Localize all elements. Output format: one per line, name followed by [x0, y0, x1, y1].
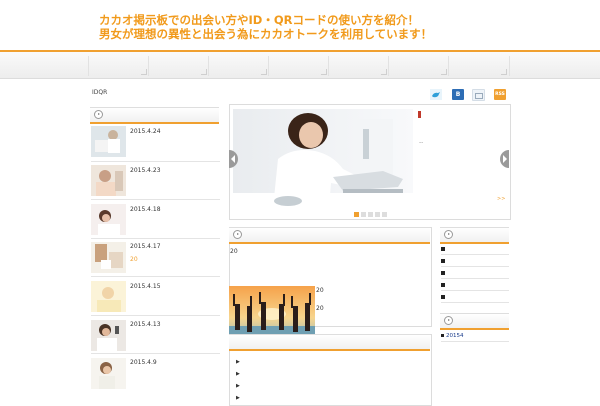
post-thumbnail[interactable] — [91, 126, 126, 157]
circle-arrow-icon — [444, 316, 453, 325]
post-thumbnail[interactable] — [91, 358, 126, 389]
nav-item-6[interactable] — [388, 56, 449, 76]
slider-dot-4[interactable] — [375, 212, 380, 217]
archive-link[interactable]: 20154 — [441, 333, 464, 339]
content-text: 20 — [230, 248, 238, 255]
right-box-header — [440, 227, 509, 244]
content-text: 20 — [316, 305, 324, 312]
list-square-icon — [441, 271, 445, 275]
divider — [91, 238, 220, 239]
circle-arrow-icon — [444, 230, 453, 239]
post-thumbnail[interactable] — [91, 204, 126, 235]
chevron-left-icon — [231, 155, 235, 163]
site-title-line1: カカオ掲示板での出会い方やID・QRコードの使い方を紹介！ — [99, 13, 419, 27]
nav-item-7[interactable] — [448, 56, 510, 76]
nav-item-1[interactable] — [88, 56, 149, 76]
nav-item-3[interactable] — [208, 56, 269, 76]
slider-dot-5[interactable] — [382, 212, 387, 217]
slider-image[interactable] — [233, 109, 413, 208]
divider — [441, 254, 509, 255]
post-date[interactable]: 2015.4.23 — [130, 167, 161, 174]
list-square-icon — [441, 247, 445, 251]
post-thumbnail[interactable] — [91, 320, 126, 351]
post-date[interactable]: 2015.4.17 — [130, 243, 161, 250]
bird-icon — [430, 89, 442, 100]
list-square-icon — [441, 295, 445, 299]
site-title[interactable]: カカオ掲示板での出会い方やID・QRコードの使い方を紹介！ 男女が理想の異性と出… — [99, 13, 432, 41]
site-title-line2: 男女が理想の異性と出会う為にカカオトークを利用しています！ — [99, 27, 433, 41]
divider — [441, 266, 509, 267]
nav-item-5[interactable] — [328, 56, 389, 76]
slider-dot-3[interactable] — [368, 212, 373, 217]
divider — [91, 161, 220, 162]
list-square-icon — [441, 259, 445, 263]
divider — [91, 315, 220, 316]
slider-dot-1[interactable] — [354, 212, 359, 217]
right-box-2-header — [440, 313, 509, 330]
slide-marker — [418, 111, 421, 118]
slider-more-link[interactable]: >> — [497, 196, 505, 202]
divider — [441, 278, 509, 279]
circle-arrow-icon — [233, 230, 242, 239]
divider — [91, 199, 220, 200]
divider — [91, 276, 220, 277]
bookmark-icon — [474, 93, 483, 99]
nav-item-4[interactable] — [268, 56, 329, 76]
post-date[interactable]: 2015.4.24 — [130, 128, 161, 135]
post-date[interactable]: 2015.4.13 — [130, 321, 161, 328]
list-bullet-icon: ▶ — [236, 359, 240, 365]
divider — [441, 341, 509, 342]
twitter-share-button[interactable] — [430, 89, 442, 100]
rss-button[interactable]: RSS — [494, 89, 506, 100]
post-date[interactable]: 2015.4.18 — [130, 206, 161, 213]
global-nav — [0, 52, 600, 79]
content-box-2-header — [229, 334, 430, 351]
content-box-header — [229, 227, 430, 244]
list-square-icon — [441, 283, 445, 287]
slider-dot-2[interactable] — [361, 212, 366, 217]
google-bookmark-button[interactable] — [472, 89, 485, 101]
rss-label: RSS — [495, 92, 505, 97]
hatena-bookmark-button[interactable]: B — [452, 89, 464, 100]
slide-side-text: -- — [419, 139, 424, 146]
list-bullet-icon: ▶ — [236, 395, 240, 401]
chevron-right-icon — [503, 155, 507, 163]
post-sub: 20 — [130, 256, 138, 263]
bookmark-label: B — [455, 91, 461, 98]
breadcrumb[interactable]: IDQR — [92, 89, 107, 96]
nav-item-2[interactable] — [148, 56, 209, 76]
divider — [441, 302, 509, 303]
site-header: カカオ掲示板での出会い方やID・QRコードの使い方を紹介！ 男女が理想の異性と出… — [0, 0, 600, 50]
post-thumbnail[interactable] — [91, 281, 126, 312]
list-bullet-icon: ▶ — [236, 383, 240, 389]
post-thumbnail[interactable] — [91, 242, 126, 273]
circle-arrow-icon — [94, 110, 103, 119]
post-thumbnail[interactable] — [91, 165, 126, 196]
content-text: 20 — [316, 287, 324, 294]
sidebar-new-posts-header — [90, 107, 219, 124]
post-date[interactable]: 2015.4.9 — [130, 359, 157, 366]
post-date[interactable]: 2015.4.15 — [130, 283, 161, 290]
divider — [441, 290, 509, 291]
divider — [91, 353, 220, 354]
list-bullet-icon: ▶ — [236, 371, 240, 377]
